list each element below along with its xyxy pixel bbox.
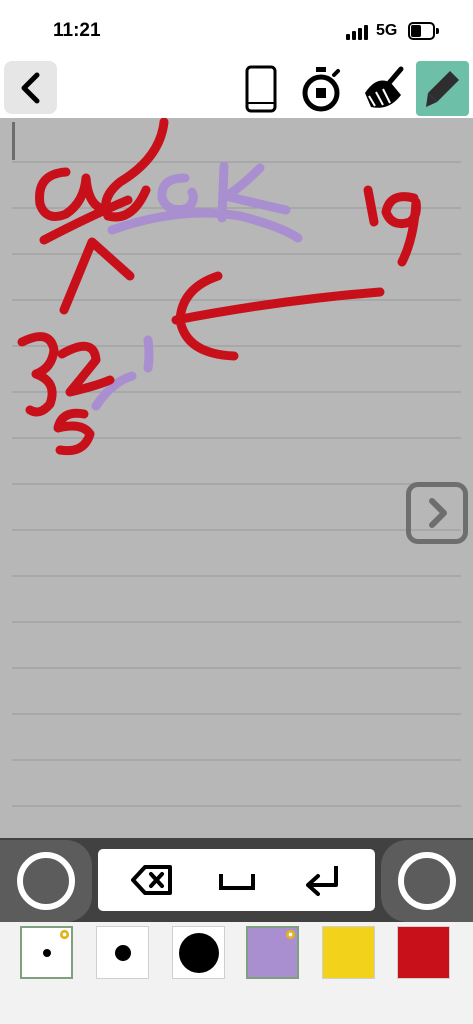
signal-icon: [346, 24, 372, 40]
purple-letter-k-stem-stroke: [217, 161, 229, 223]
pen-button[interactable]: [416, 61, 469, 116]
chevron-right-icon: [429, 498, 447, 528]
drawing-canvas[interactable]: [0, 118, 473, 838]
pen-size-large-swatch[interactable]: [172, 926, 225, 979]
keypad: [98, 849, 375, 911]
network-label: 5G: [376, 22, 398, 39]
enter-icon: [306, 866, 338, 896]
status-time: 11:21: [53, 20, 101, 41]
red-arrow-shaft-stroke: [171, 287, 385, 325]
battery-icon: [408, 22, 439, 40]
backspace-key[interactable]: [122, 857, 182, 903]
pen-size-small-swatch[interactable]: [20, 926, 73, 979]
key-bar: [0, 838, 473, 922]
ring-icon: [17, 852, 75, 910]
gear-icon: [285, 929, 296, 940]
red-digit-2-stroke: [57, 341, 115, 397]
space-icon: [219, 874, 255, 890]
next-page-button[interactable]: [406, 482, 468, 544]
screen: 11:21 5G: [0, 0, 473, 1024]
purple-letter-k-arm-stroke: [221, 163, 291, 215]
phone-icon: [245, 65, 276, 112]
right-joystick[interactable]: [381, 840, 473, 922]
purple-tick-stroke: [143, 335, 154, 373]
phone-mode-button[interactable]: [234, 61, 287, 116]
red-digit-1-stroke: [363, 185, 379, 227]
handwriting-layer: [17, 118, 421, 456]
gear-icon: [59, 929, 70, 940]
pencil-icon: [425, 70, 459, 107]
medium-dot-icon: [114, 944, 131, 961]
color-swatch-red[interactable]: [397, 926, 450, 979]
left-joystick[interactable]: [0, 840, 92, 922]
broom-icon: [364, 66, 403, 108]
small-dot-icon: [42, 948, 51, 957]
backspace-icon: [131, 865, 172, 895]
status-bar: 11:21 5G: [0, 0, 473, 62]
stopwatch-button[interactable]: [294, 61, 347, 116]
purple-letter-g-stroke: [157, 173, 198, 215]
purple-underline-stroke: [107, 208, 303, 243]
red-digit-5-stroke: [53, 408, 95, 456]
clear-button[interactable]: [356, 61, 409, 116]
back-button[interactable]: [4, 61, 57, 114]
swatch-row: [0, 922, 473, 1024]
color-swatch-yellow[interactable]: [322, 926, 375, 979]
stopwatch-icon: [302, 66, 340, 111]
color-swatch-purple[interactable]: [246, 926, 299, 979]
toolbar: [0, 58, 473, 118]
ring-icon: [398, 852, 456, 910]
red-caret-stroke: [59, 237, 135, 315]
red-digit-3-stroke: [17, 332, 59, 417]
red-digit-9-stroke: [381, 192, 421, 267]
space-key[interactable]: [207, 857, 267, 903]
chevron-left-icon: [21, 72, 39, 103]
pen-size-medium-swatch[interactable]: [96, 926, 149, 979]
red-letter-u-stroke: [35, 167, 105, 221]
enter-key[interactable]: [292, 857, 352, 903]
large-dot-icon: [178, 932, 219, 973]
